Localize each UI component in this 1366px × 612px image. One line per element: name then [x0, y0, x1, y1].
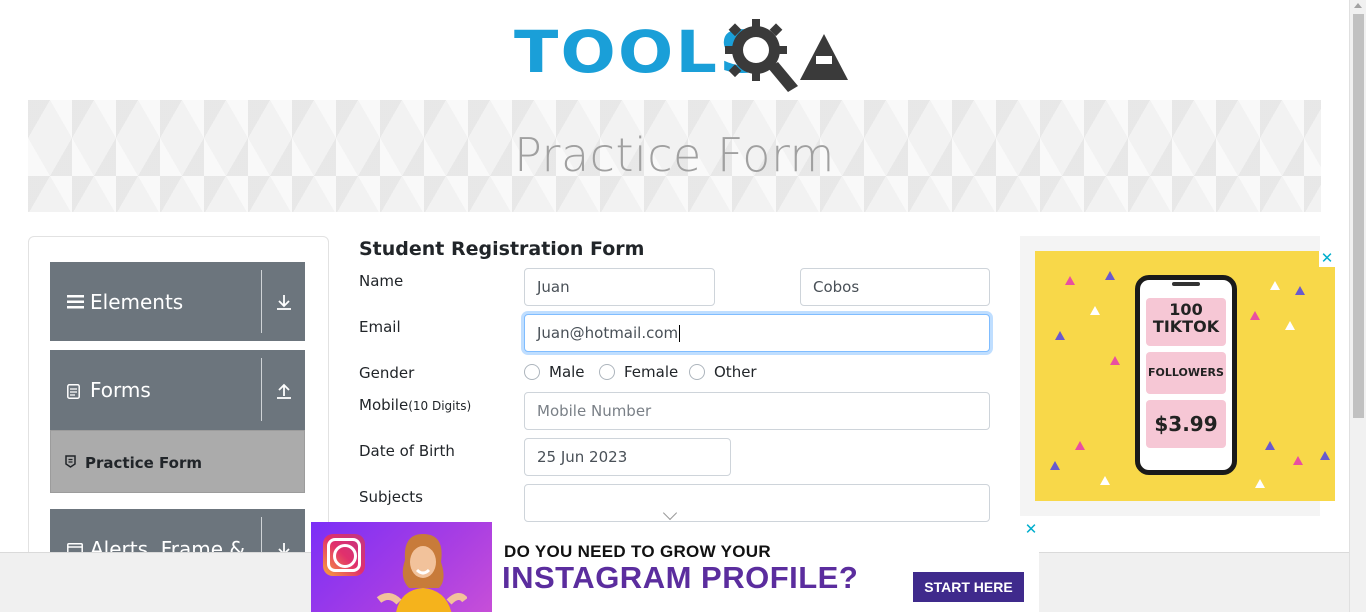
confetti — [1100, 476, 1110, 485]
confetti — [1295, 286, 1305, 295]
phone-graphic: 100 TIKTOK FOLLOWERS $3.99 — [1135, 275, 1237, 475]
confetti — [1250, 311, 1260, 320]
hamburger-icon — [67, 295, 84, 309]
page-banner: Practice Form — [28, 100, 1321, 212]
form-title: Student Registration Form — [359, 238, 645, 260]
ad-followers: FOLLOWERS — [1146, 352, 1226, 394]
gender-radio-other[interactable] — [689, 364, 705, 380]
confetti — [1075, 441, 1085, 450]
mobile-placeholder: Mobile Number — [537, 402, 652, 420]
confetti — [1055, 331, 1065, 340]
confetti — [1110, 356, 1120, 365]
mobile-label-text: Mobile — [359, 396, 409, 414]
ad-image — [311, 522, 492, 612]
text-caret — [679, 325, 681, 342]
logo-letter-a — [800, 34, 848, 80]
gender-option-label[interactable]: Female — [624, 363, 678, 381]
confetti — [1270, 281, 1280, 290]
dob-input[interactable]: 25 Jun 2023 — [524, 438, 731, 476]
ad-count: 100 — [1169, 300, 1203, 319]
gender-option-label[interactable]: Other — [714, 363, 757, 381]
confetti — [1320, 451, 1330, 460]
sidebar-group-label: Forms — [90, 378, 151, 402]
dob-label: Date of Birth — [359, 442, 455, 460]
toolsqa-logo[interactable]: TOOLS — [514, 16, 848, 92]
close-icon[interactable]: ✕ — [1319, 251, 1335, 267]
gender-option-label[interactable]: Male — [549, 363, 585, 381]
page-title: Practice Form — [514, 128, 835, 182]
ad-headline-1: DO YOU NEED TO GROW YOUR — [504, 542, 771, 561]
sidebar-group-elements[interactable]: Elements — [50, 262, 305, 341]
gender-radio-male[interactable] — [524, 364, 540, 380]
sidebar-item-practice-form[interactable]: Practice Form — [50, 430, 305, 493]
confetti — [1293, 456, 1303, 465]
sidebar-group-forms[interactable]: Forms — [50, 350, 305, 430]
instagram-icon — [323, 534, 365, 576]
upload-arrow-icon[interactable] — [275, 382, 293, 400]
confetti — [1090, 306, 1100, 315]
ad-headline-2: INSTAGRAM PROFILE? — [502, 560, 859, 595]
confetti — [1050, 461, 1060, 470]
email-label: Email — [359, 318, 401, 336]
ad-bottom[interactable]: DO YOU NEED TO GROW YOUR INSTAGRAM PROFI… — [311, 522, 1039, 612]
confetti — [1065, 276, 1075, 285]
sidebar-group-label: Elements — [90, 290, 184, 314]
badge-icon — [65, 455, 76, 468]
gender-label: Gender — [359, 364, 415, 382]
divider — [261, 270, 262, 333]
subjects-input[interactable] — [524, 484, 990, 522]
gear-magnifier-icon — [725, 19, 798, 92]
ad-price: $3.99 — [1146, 400, 1226, 448]
first-name-input[interactable]: Juan — [524, 268, 715, 306]
document-icon — [67, 384, 80, 399]
page: TOOLS Practice Form Elements Forms Pract… — [0, 0, 1366, 612]
phone-notch — [1172, 282, 1200, 286]
mobile-label: Mobile(10 Digits) — [359, 396, 471, 414]
followers-count-box: 100 TIKTOK — [1146, 298, 1226, 346]
confetti — [1105, 271, 1115, 280]
email-value: Juan@hotmail.com — [537, 324, 679, 342]
confetti — [1255, 479, 1265, 488]
ad-tiktok-banner[interactable]: 100 TIKTOK FOLLOWERS $3.99 ✕ — [1035, 251, 1335, 501]
confetti — [1285, 321, 1295, 330]
gender-radio-female[interactable] — [599, 364, 615, 380]
download-arrow-icon[interactable] — [275, 293, 293, 311]
subjects-label: Subjects — [359, 488, 423, 506]
mobile-input[interactable]: Mobile Number — [524, 392, 990, 430]
scroll-thumb[interactable] — [1353, 14, 1364, 418]
mobile-hint: (10 Digits) — [408, 399, 472, 413]
scroll-up-arrow-icon[interactable] — [1354, 3, 1362, 8]
ad-right[interactable]: 100 TIKTOK FOLLOWERS $3.99 ✕ — [1020, 236, 1335, 516]
scrollbar[interactable] — [1349, 0, 1366, 612]
email-input[interactable]: Juan@hotmail.com — [524, 314, 990, 352]
divider — [261, 358, 262, 421]
ad-platform: TIKTOK — [1152, 317, 1220, 336]
name-label: Name — [359, 272, 404, 290]
person-illustration — [376, 534, 467, 612]
start-here-button[interactable]: START HERE — [913, 572, 1024, 602]
sidebar-item-label: Practice Form — [85, 454, 202, 472]
close-icon[interactable]: ✕ — [1024, 522, 1038, 537]
last-name-input[interactable]: Cobos — [800, 268, 990, 306]
confetti — [1265, 441, 1275, 450]
